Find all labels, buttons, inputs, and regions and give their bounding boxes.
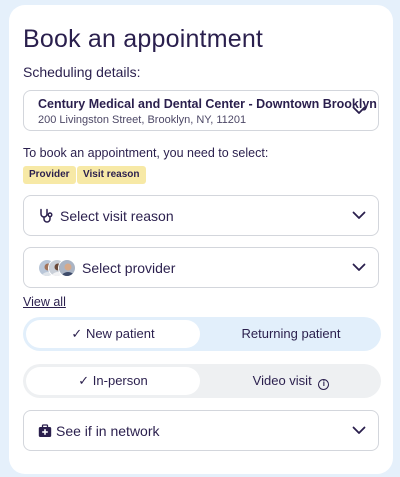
visit-mode-toggle: ✓ In-person Video visit i xyxy=(23,364,381,398)
check-icon: ✓ xyxy=(71,326,83,341)
booking-card: Book an appointment Scheduling details: … xyxy=(9,5,393,474)
returning-patient-option[interactable]: Returning patient xyxy=(204,320,378,348)
location-dropdown[interactable]: Century Medical and Dental Center - Down… xyxy=(23,90,379,131)
network-label: See if in network xyxy=(56,423,160,439)
returning-patient-label: Returning patient xyxy=(241,326,341,341)
video-visit-option[interactable]: Video visit i xyxy=(204,367,378,395)
chevron-down-icon xyxy=(352,426,366,434)
in-person-option[interactable]: ✓ In-person xyxy=(26,367,200,395)
chevron-down-icon xyxy=(352,211,366,219)
requirements-hint: To book an appointment, you need to sele… xyxy=(23,146,269,160)
patient-type-toggle: ✓ New patient Returning patient xyxy=(23,317,381,351)
provider-dropdown[interactable]: Select provider xyxy=(23,247,379,288)
video-visit-label: Video visit xyxy=(252,373,312,388)
visit-reason-label: Select visit reason xyxy=(60,208,174,224)
provider-avatar xyxy=(58,259,76,277)
provider-avatars xyxy=(38,259,76,277)
visit-reason-required-tag: Visit reason xyxy=(77,166,146,184)
medical-bag-icon xyxy=(38,424,52,437)
chevron-down-icon xyxy=(352,263,366,271)
info-icon[interactable]: i xyxy=(318,379,330,390)
scheduling-details-label: Scheduling details: xyxy=(23,64,141,80)
new-patient-label: New patient xyxy=(85,326,155,341)
visit-reason-dropdown[interactable]: Select visit reason xyxy=(23,195,379,236)
page-title: Book an appointment xyxy=(23,25,264,53)
provider-label: Select provider xyxy=(82,260,176,276)
chevron-down-icon xyxy=(352,106,366,114)
new-patient-option[interactable]: ✓ New patient xyxy=(26,320,200,348)
network-check-dropdown[interactable]: See if in network xyxy=(23,410,379,451)
provider-required-tag: Provider xyxy=(23,166,76,184)
view-all-link[interactable]: View all xyxy=(23,295,66,309)
location-address: 200 Livingston Street, Brooklyn, NY, 112… xyxy=(38,114,247,126)
location-name: Century Medical and Dental Center - Down… xyxy=(38,97,377,111)
stethoscope-icon xyxy=(40,208,53,223)
check-icon: ✓ xyxy=(78,373,90,388)
in-person-label: In-person xyxy=(92,373,148,388)
